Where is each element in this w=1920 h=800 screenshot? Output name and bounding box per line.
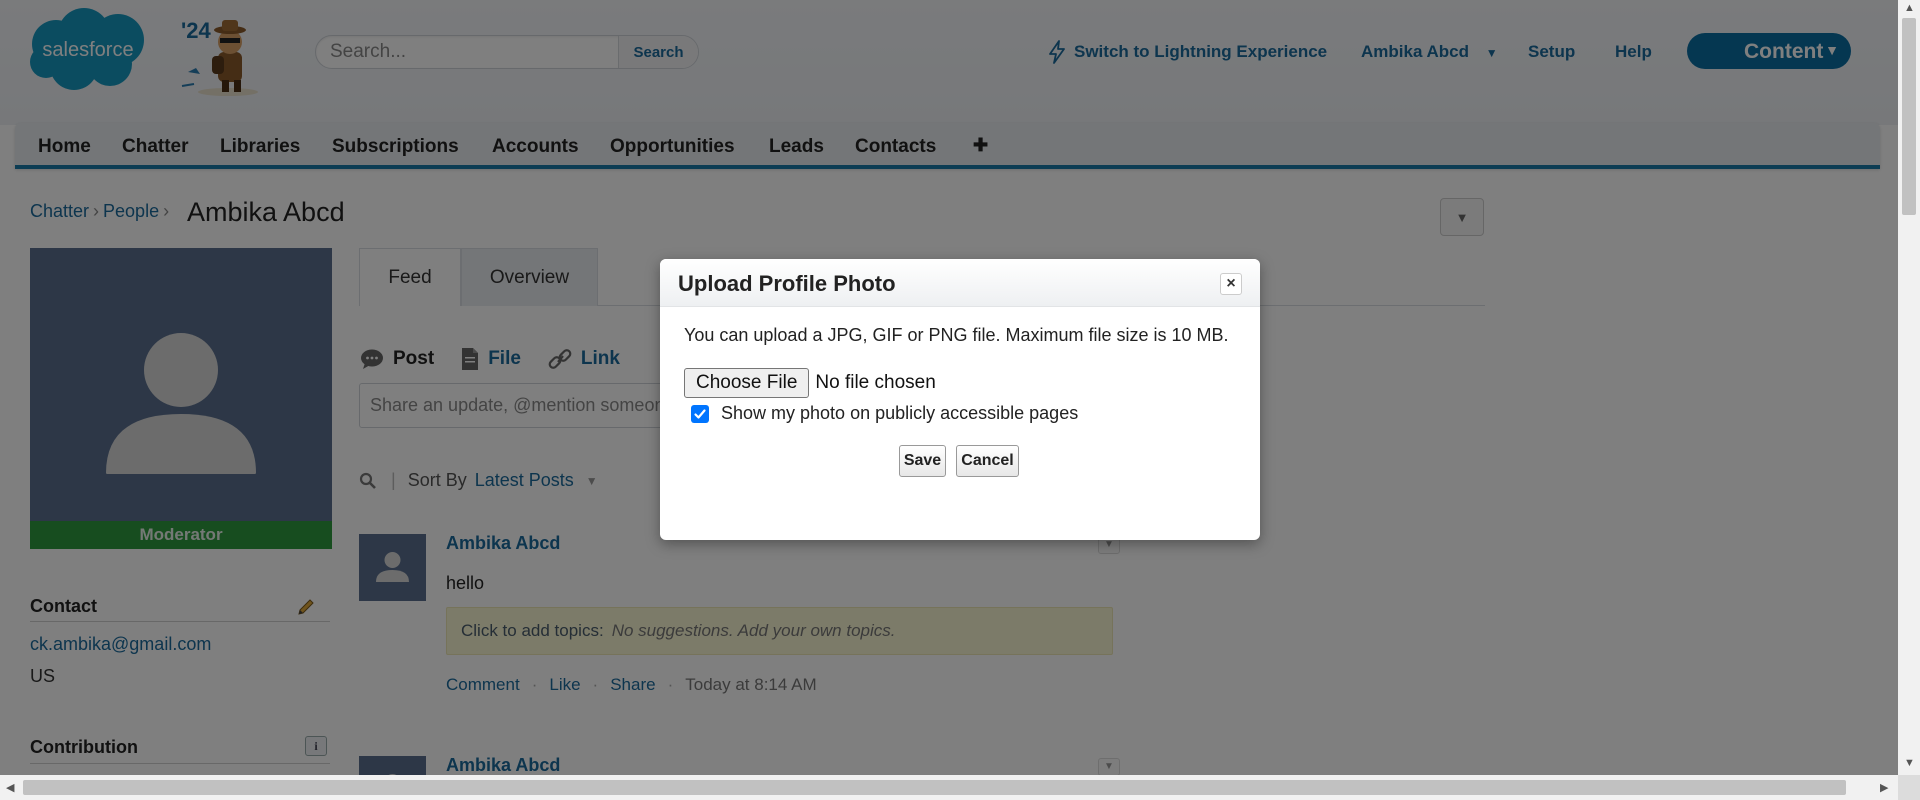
upload-instructions: You can upload a JPG, GIF or PNG file. M… xyxy=(684,325,1229,345)
close-icon[interactable]: × xyxy=(1220,273,1242,295)
save-button[interactable]: Save xyxy=(899,445,946,477)
scroll-down-arrow[interactable]: ▼ xyxy=(1904,757,1915,769)
horizontal-scroll-thumb[interactable] xyxy=(23,780,1846,795)
vertical-scrollbar[interactable]: ▲ ▼ xyxy=(1898,0,1920,775)
cancel-button[interactable]: Cancel xyxy=(956,445,1019,477)
dialog-header: Upload Profile Photo × xyxy=(660,259,1260,307)
file-status: No file chosen xyxy=(815,372,936,393)
choose-file-button[interactable]: Choose File xyxy=(684,368,810,398)
public-photo-option: Show my photo on publicly accessible pag… xyxy=(691,403,1078,424)
file-picker: Choose File No file chosen xyxy=(684,368,936,398)
vertical-scroll-thumb[interactable] xyxy=(1902,18,1916,215)
scrollbar-corner xyxy=(1898,775,1920,800)
scroll-right-arrow[interactable]: ▶ xyxy=(1880,781,1888,794)
public-photo-label[interactable]: Show my photo on publicly accessible pag… xyxy=(721,403,1078,424)
scroll-up-arrow[interactable]: ▲ xyxy=(1904,2,1915,14)
upload-photo-dialog: Upload Profile Photo × You can upload a … xyxy=(660,259,1260,540)
scroll-left-arrow[interactable]: ◀ xyxy=(6,781,14,794)
dialog-title: Upload Profile Photo xyxy=(678,271,896,296)
public-photo-checkbox[interactable] xyxy=(691,404,709,423)
horizontal-scrollbar[interactable]: ◀ ▶ xyxy=(0,775,1898,800)
checkmark-icon xyxy=(694,408,706,419)
